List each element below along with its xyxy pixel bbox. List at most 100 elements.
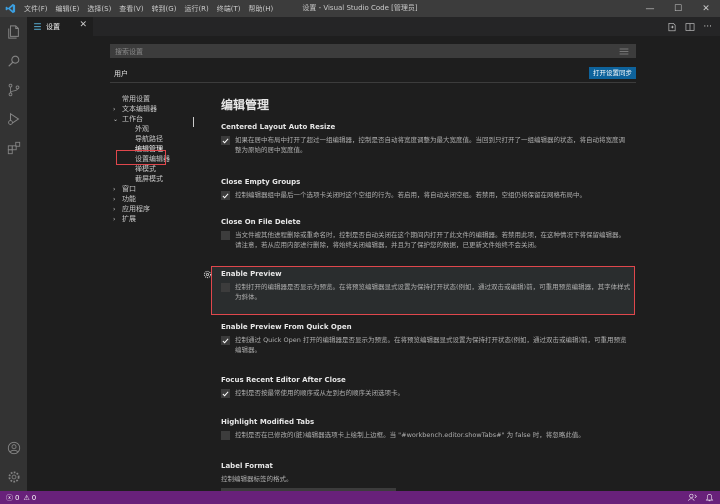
setting-title: Centered Layout Auto Resize (221, 123, 336, 131)
setting-description: 控制编辑器组中最后一个选项卡关闭时这个空组的行为。若启用，将自动关闭空组。若禁用… (235, 191, 586, 199)
source-control-icon[interactable] (0, 75, 27, 104)
setting-item: Centered Layout Auto Resize 如果在居中布局中打开了超过… (221, 123, 631, 155)
notifications-bell-icon[interactable] (705, 493, 714, 502)
menu-bar: 文件(F) 编辑(E) 选择(S) 查看(V) 转到(G) 运行(R) 终端(T) 帮助(H) (20, 0, 277, 17)
more-actions-icon[interactable]: ··· (703, 22, 712, 32)
search-input[interactable]: 搜索设置 (110, 44, 636, 58)
minimize-icon[interactable]: — (636, 0, 664, 17)
setting-title: Close Empty Groups (221, 178, 301, 186)
setting-item: Close On File Delete 当文件被其他进程删除或重命名时，控制是否… (221, 218, 631, 250)
warning-count: 0 (31, 493, 37, 502)
settings-sync-button[interactable]: 打开设置同步 (589, 67, 636, 79)
setting-description: 控制是否在已修改的(脏)编辑器选项卡上绘制上边框。当 "#workbench.e… (235, 431, 585, 439)
setting-checkbox[interactable] (221, 336, 230, 345)
setting-description: 控制是否按最常使用的顺序或从左到右的顺序关闭选项卡。 (235, 389, 404, 397)
toc-item-label: 导航路径 (135, 135, 163, 143)
toc-item[interactable]: › 应用程序 (113, 204, 193, 214)
filter-icon[interactable] (619, 48, 629, 55)
setting-description: 控制通过 Quick Open 打开的编辑器是否显示为预览。在将预览编辑器显式设… (235, 336, 627, 354)
setting-checkbox[interactable] (221, 136, 230, 145)
setting-item: Highlight Modified Tabs 控制是否在已修改的(脏)编辑器选项… (221, 418, 631, 440)
setting-title: Close On File Delete (221, 218, 301, 226)
toc-item-label: 常用设置 (122, 95, 150, 103)
menu-item[interactable]: 转到(G) (148, 4, 181, 14)
tab-user-settings[interactable]: 用户 (114, 69, 128, 79)
toc-item-label: 功能 (122, 195, 136, 203)
toc-item[interactable]: › 文本编辑器 (113, 104, 193, 114)
setting-title: Highlight Modified Tabs (221, 418, 315, 426)
toc-scroll-indicator (193, 117, 194, 127)
maximize-icon[interactable]: ☐ (664, 0, 692, 17)
run-debug-icon[interactable] (0, 104, 27, 133)
toc-item[interactable]: 截屏模式 (113, 174, 193, 184)
menu-item[interactable]: 选择(S) (83, 4, 115, 14)
chevron-icon: › (113, 216, 116, 223)
toc-item[interactable]: 外观 (113, 124, 193, 134)
split-editor-icon[interactable] (685, 22, 695, 32)
menu-item[interactable]: 帮助(H) (245, 4, 278, 14)
live-share-icon[interactable] (688, 493, 697, 502)
setting-description: 当文件被其他进程删除或重命名时，控制是否自动关闭在这个期间内打开了此文件的编辑器… (235, 231, 625, 249)
setting-title: Enable Preview From Quick Open (221, 323, 352, 331)
toc-item[interactable]: › 功能 (113, 194, 193, 204)
setting-checkbox[interactable] (221, 431, 230, 440)
toc-item[interactable]: › 窗口 (113, 184, 193, 194)
setting-checkbox[interactable] (221, 191, 230, 200)
toc-item[interactable]: 导航路径 (113, 134, 193, 144)
setting-title: Label Format (221, 462, 273, 470)
check-icon (222, 137, 229, 143)
search-placeholder: 搜索设置 (115, 48, 143, 56)
setting-description: 控制打开的编辑器是否显示为预览。在将预览编辑器显式设置为保持打开状态(例如，通过… (235, 283, 631, 301)
toc-item-label: 禅模式 (135, 165, 156, 173)
search-icon[interactable] (0, 46, 27, 75)
tab-settings[interactable]: 设置 ✕ (27, 17, 93, 36)
setting-checkbox[interactable] (221, 283, 230, 292)
manage-gear-icon[interactable] (0, 462, 27, 491)
toc-item-label: 外观 (135, 125, 149, 133)
menu-item[interactable]: 文件(F) (20, 4, 52, 14)
page-title: 编辑管理 (221, 98, 270, 112)
toc-item-label: 工作台 (122, 115, 143, 123)
warning-icon: ⚠ (23, 493, 30, 502)
vertical-scrollbar[interactable] (704, 36, 714, 491)
setting-item: Focus Recent Editor After Close 控制是否按最常使用… (221, 376, 631, 398)
toc-selection-highlight (116, 150, 166, 165)
setting-title: Enable Preview (221, 270, 282, 278)
tab-label: 设置 (46, 22, 60, 31)
setting-checkbox[interactable] (221, 389, 230, 398)
explorer-icon[interactable] (0, 17, 27, 46)
toc-item-label: 文本编辑器 (122, 105, 157, 113)
toc-item-label: 扩展 (122, 215, 136, 223)
menu-item[interactable]: 查看(V) (115, 4, 147, 14)
setting-gear-icon[interactable] (203, 270, 212, 281)
menu-item[interactable]: 运行(R) (180, 4, 212, 14)
setting-item: Enable Preview From Quick Open 控制通过 Quick… (221, 323, 631, 355)
activity-bar (0, 17, 27, 491)
toc-item[interactable]: ⌄ 工作台 (113, 114, 193, 124)
open-settings-json-icon[interactable] (667, 22, 677, 32)
toc-item[interactable]: 禅模式 (113, 164, 193, 174)
setting-description: 如果在居中布局中打开了超过一组编辑器，控制是否自动将宽度调整为最大宽度值。当回到… (235, 136, 625, 154)
setting-item: Enable Preview 控制打开的编辑器是否显示为预览。在将预览编辑器显式设… (221, 270, 631, 302)
close-window-icon[interactable]: ✕ (692, 0, 720, 17)
problems-status[interactable]: ⓧ 0 ⚠ 0 (6, 493, 36, 503)
menu-item[interactable]: 编辑(E) (52, 4, 84, 14)
setting-checkbox[interactable] (221, 231, 230, 240)
close-tab-icon[interactable]: ✕ (79, 20, 87, 30)
account-icon[interactable] (0, 433, 27, 462)
toc-item-label: 应用程序 (122, 205, 150, 213)
setting-description: 控制编辑器标签的格式。 (221, 475, 293, 483)
setting-title: Focus Recent Editor After Close (221, 376, 346, 384)
check-icon (222, 390, 229, 396)
extensions-icon[interactable] (0, 133, 27, 162)
toc-item[interactable]: › 扩展 (113, 214, 193, 224)
check-icon (222, 337, 229, 343)
scope-tabs: 用户 打开设置同步 (110, 66, 636, 83)
check-icon (222, 192, 229, 198)
status-bar: ⓧ 0 ⚠ 0 (0, 491, 720, 504)
setting-item: Close Empty Groups 控制编辑器组中最后一个选项卡关闭时这个空组的… (221, 178, 631, 200)
toc-item[interactable]: 常用设置 (113, 94, 193, 104)
vscode-logo-icon (0, 0, 20, 17)
menu-item[interactable]: 终端(T) (213, 4, 245, 14)
toc-item-label: 截屏模式 (135, 175, 163, 183)
